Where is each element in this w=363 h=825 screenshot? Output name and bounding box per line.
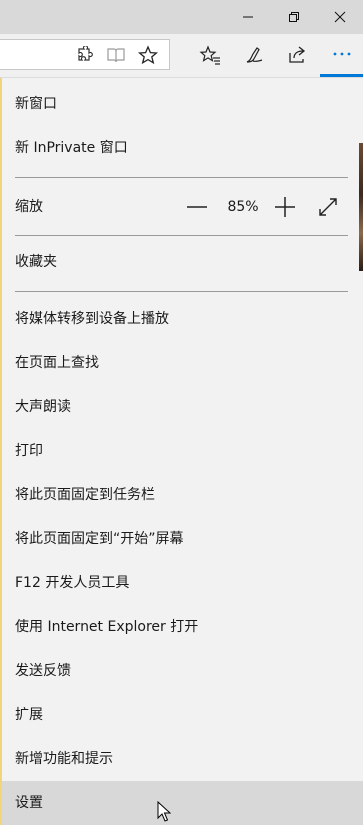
title-bar <box>0 0 363 34</box>
menu-separator <box>15 177 348 178</box>
minus-icon <box>187 206 207 208</box>
mouse-cursor-icon <box>157 801 171 822</box>
menu-item-print[interactable]: 打印 <box>2 429 347 473</box>
menu-item-pin-to-start[interactable]: 将此页面固定到“开始”屏幕 <box>2 517 347 561</box>
close-icon <box>334 11 346 23</box>
restore-icon <box>289 12 299 22</box>
menu-item-open-with-ie[interactable]: 使用 Internet Explorer 打开 <box>2 605 347 649</box>
browser-toolbar <box>0 34 363 78</box>
favorite-star-icon <box>138 45 158 65</box>
menu-item-developer-tools[interactable]: F12 开发人员工具 <box>2 561 347 605</box>
minimize-icon <box>243 16 253 18</box>
fullscreen-button[interactable] <box>313 192 343 222</box>
more-icon <box>333 52 350 56</box>
share-icon <box>289 46 306 63</box>
web-note-button[interactable] <box>237 38 271 72</box>
fullscreen-icon <box>319 198 337 216</box>
web-note-icon <box>246 47 263 63</box>
menu-item-cast-media[interactable]: 将媒体转移到设备上播放 <box>2 297 347 341</box>
menu-item-read-aloud[interactable]: 大声朗读 <box>2 385 347 429</box>
menu-item-settings[interactable]: 设置 <box>2 781 363 825</box>
menu-item-whats-new[interactable]: 新增功能和提示 <box>2 737 347 781</box>
zoom-value: 85% <box>227 199 259 215</box>
plus-icon <box>275 197 295 217</box>
address-bar[interactable] <box>0 39 170 70</box>
extension-icon <box>78 46 93 61</box>
menu-item-send-feedback[interactable]: 发送反馈 <box>2 649 347 693</box>
share-button[interactable] <box>280 38 314 72</box>
zoom-label: 缩放 <box>15 199 43 215</box>
menu-item-new-inprivate[interactable]: 新 InPrivate 窗口 <box>2 126 347 170</box>
extension-button[interactable] <box>68 38 102 72</box>
zoom-row: 缩放 85% <box>2 185 347 229</box>
reading-view-button[interactable] <box>99 38 133 72</box>
menu-separator <box>15 291 348 292</box>
zoom-out-button[interactable] <box>182 192 212 222</box>
page-content-peek <box>359 143 363 271</box>
minimize-button[interactable] <box>225 0 271 34</box>
menu-item-extensions[interactable]: 扩展 <box>2 693 347 737</box>
menu-item-find-on-page[interactable]: 在页面上查找 <box>2 341 347 385</box>
more-button[interactable] <box>320 34 363 77</box>
zoom-in-button[interactable] <box>270 192 300 222</box>
more-menu: 新窗口 新 InPrivate 窗口 缩放 85% 收藏夹 将媒体转移到设备上播… <box>2 78 363 825</box>
menu-item-pin-to-taskbar[interactable]: 将此页面固定到任务栏 <box>2 473 347 517</box>
menu-item-favorites[interactable]: 收藏夹 <box>2 240 347 284</box>
reading-view-icon <box>107 48 125 63</box>
close-button[interactable] <box>317 0 363 34</box>
restore-button[interactable] <box>271 0 317 34</box>
favorites-hub-icon <box>199 45 220 65</box>
favorites-hub-button[interactable] <box>193 38 227 72</box>
menu-separator <box>15 235 348 236</box>
add-favorite-button[interactable] <box>131 38 165 72</box>
menu-item-new-window[interactable]: 新窗口 <box>2 82 347 126</box>
